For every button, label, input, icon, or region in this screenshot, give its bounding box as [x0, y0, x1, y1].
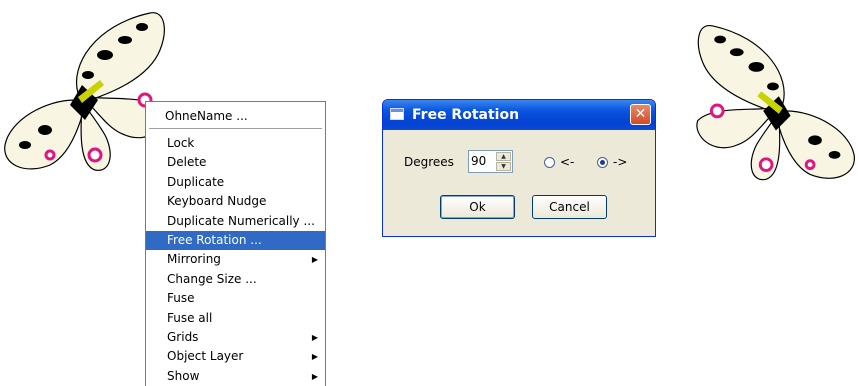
- close-button[interactable]: ✕: [630, 104, 651, 125]
- menu-item-grids[interactable]: Grids ▶: [146, 328, 325, 347]
- rotate-left-radio[interactable]: <-: [544, 155, 574, 169]
- menu-item-free-rotation[interactable]: Free Rotation ...: [146, 230, 325, 251]
- menu-item-label: Lock: [167, 136, 195, 150]
- submenu-arrow-icon: ▶: [311, 371, 318, 381]
- submenu-arrow-icon: ▶: [311, 255, 318, 265]
- degrees-input[interactable]: [471, 154, 499, 168]
- radio-circle-right[interactable]: [597, 157, 608, 168]
- menu-item-delete[interactable]: Delete: [146, 153, 325, 172]
- menu-item-duplicate[interactable]: Duplicate: [146, 173, 325, 192]
- menu-item-label: Change Size ...: [167, 271, 257, 286]
- degrees-label: Degrees: [404, 155, 454, 169]
- rotate-right-radio[interactable]: ->: [597, 155, 627, 169]
- menu-item-label: Free Rotation ...: [167, 232, 262, 247]
- menu-item-label: Duplicate Numerically ...: [167, 213, 315, 228]
- ok-button[interactable]: Ok: [440, 195, 515, 219]
- butterfly-image-right: [696, 25, 855, 181]
- menu-item-show[interactable]: Show ▶: [146, 367, 325, 386]
- free-rotation-dialog: Free Rotation ✕ Degrees ▲ ▼ <- -> Ok Can…: [382, 99, 656, 237]
- spin-up-button[interactable]: ▲: [496, 152, 511, 161]
- degrees-spinbox[interactable]: ▲ ▼: [468, 150, 513, 173]
- cancel-button[interactable]: Cancel: [532, 195, 607, 219]
- menu-item-label: Show: [167, 368, 200, 383]
- menu-item-label: Duplicate: [167, 174, 225, 189]
- menu-item-label: Mirroring: [167, 252, 221, 267]
- menu-item-label: Delete: [167, 155, 207, 170]
- menu-item-label: Keyboard Nudge: [167, 194, 267, 209]
- dialog-title: Free Rotation: [412, 107, 520, 123]
- rotate-right-label: ->: [613, 155, 628, 169]
- menu-item-label: Object Layer: [167, 349, 244, 364]
- menu-item-keyboard-nudge[interactable]: Keyboard Nudge: [146, 192, 325, 211]
- dialog-titlebar[interactable]: Free Rotation ✕: [383, 100, 655, 130]
- context-menu: OhneName ... Lock Delete Duplicate Keyboard…: [145, 101, 326, 386]
- close-icon: ✕: [634, 106, 647, 122]
- menu-header-object-name[interactable]: OhneName ...: [165, 109, 248, 123]
- window-icon: [390, 108, 404, 120]
- menu-item-fuse[interactable]: Fuse: [146, 289, 325, 308]
- radio-circle-left[interactable]: [544, 157, 555, 168]
- spin-buttons: ▲ ▼: [496, 152, 511, 171]
- submenu-arrow-icon: ▶: [311, 332, 318, 342]
- menu-item-mirroring[interactable]: Mirroring ▶: [146, 250, 325, 269]
- menu-item-fuse-all[interactable]: Fuse all: [146, 309, 325, 328]
- menu-item-object-layer[interactable]: Object Layer ▶: [146, 347, 325, 366]
- menu-item-label: Fuse all: [167, 310, 213, 325]
- menu-separator: [149, 128, 322, 130]
- menu-item-label: Grids: [167, 329, 199, 344]
- menu-item-change-size[interactable]: Change Size ...: [146, 270, 325, 289]
- submenu-arrow-icon: ▶: [311, 352, 318, 362]
- rotate-left-label: <-: [560, 155, 575, 169]
- menu-item-lock[interactable]: Lock: [146, 134, 325, 153]
- spin-down-button[interactable]: ▼: [496, 162, 511, 171]
- menu-item-list: Lock Delete Duplicate Keyboard Nudge Duplica…: [146, 134, 325, 386]
- menu-item-duplicate-numerically[interactable]: Duplicate Numerically ...: [146, 212, 325, 231]
- menu-item-label: Fuse: [167, 291, 195, 306]
